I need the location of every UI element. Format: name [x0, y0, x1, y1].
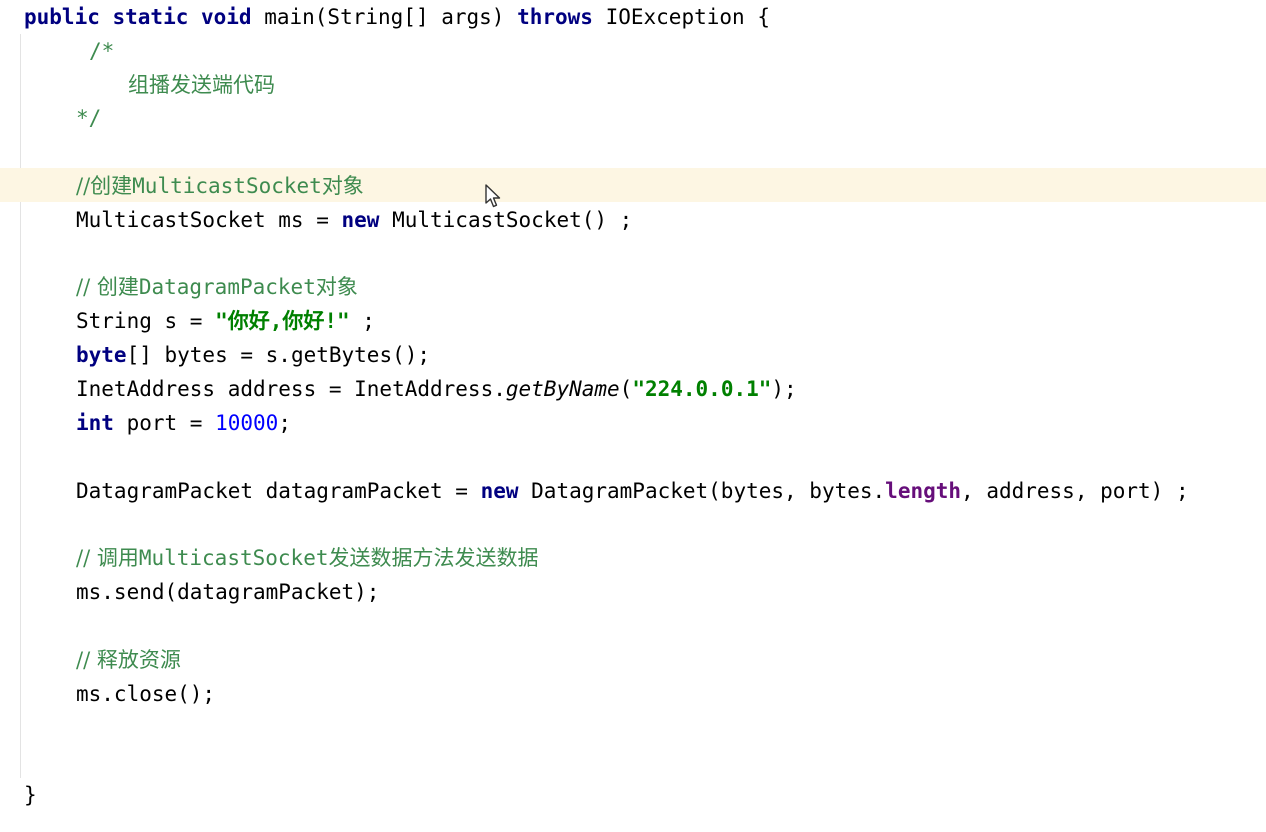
code-token: "224.0.0.1" [632, 377, 772, 401]
code-token: ( [619, 377, 633, 401]
code-line-5: //创建MulticastSocket对象 [76, 169, 364, 203]
code-token: 对象 [321, 174, 364, 198]
code-line-1: public static void main(String[] args) t… [24, 0, 770, 34]
code-token: 发送数据方法发送数据 [328, 546, 539, 570]
code-line-3: 组播发送端代码 [128, 73, 275, 97]
code-line-11: int port = 10000; [76, 406, 291, 440]
code-token: length [885, 479, 962, 503]
code-token: port = [113, 411, 216, 435]
code-token: 对象 [315, 275, 358, 299]
code-token: int [76, 411, 114, 435]
code-line-7: // 创建DatagramPacket对象 [76, 270, 358, 304]
code-line-8: String s = "你好,你好!" ; [76, 304, 375, 338]
code-line-2: /* [89, 39, 115, 63]
code-token: byte [76, 343, 127, 367]
code-token: MulticastSocket [132, 174, 322, 198]
code-line-12: DatagramPacket datagramPacket = new Data… [76, 474, 1189, 508]
code-token: MulticastSocket() ; [379, 208, 633, 232]
code-line-4: */ [76, 106, 102, 130]
code-line-15: // 释放资源 [76, 648, 181, 672]
code-token: //创建 [76, 174, 133, 198]
arrow-cursor-icon [485, 184, 501, 208]
code-token: IOException { [592, 5, 770, 29]
code-token: ; [278, 411, 291, 435]
indent-guide [20, 34, 21, 778]
code-line-10: InetAddress address = InetAddress.getByN… [76, 372, 797, 406]
code-token: // 创建 [76, 275, 139, 299]
code-line-6: MulticastSocket ms = new MulticastSocket… [76, 203, 632, 237]
code-line-14: ms.send(datagramPacket); [76, 580, 380, 604]
code-token: new [480, 479, 519, 503]
code-token: "你好,你好!" [215, 309, 350, 333]
code-token: 10000 [215, 411, 279, 435]
code-line-17: } [24, 783, 37, 807]
code-token: ; [349, 309, 375, 333]
code-token: throws [517, 5, 593, 29]
code-token: // 调用 [76, 546, 139, 570]
code-token: main(String[] args) [251, 5, 518, 29]
code-token: DatagramPacket(bytes, bytes. [518, 479, 886, 503]
code-token: MulticastSocket [138, 546, 329, 570]
code-token: InetAddress address = InetAddress. [76, 377, 506, 401]
code-line-9: byte[] bytes = s.getBytes(); [76, 338, 430, 372]
code-token: ); [771, 377, 797, 401]
code-editor[interactable]: public static void main(String[] args) t… [0, 0, 1266, 832]
code-token: getByName [505, 377, 620, 401]
code-token: public static void [24, 5, 252, 29]
code-token: String s = [76, 309, 216, 333]
code-line-13: // 调用MulticastSocket发送数据方法发送数据 [76, 541, 538, 575]
code-token: MulticastSocket ms = [76, 208, 342, 232]
code-token: DatagramPacket datagramPacket = [76, 479, 481, 503]
code-line-16: ms.close(); [76, 682, 216, 706]
code-token: new [341, 208, 380, 232]
code-token: DatagramPacket [138, 275, 316, 299]
code-token: [] bytes = s.getBytes(); [126, 343, 431, 367]
code-token: , address, port) ; [961, 479, 1189, 503]
